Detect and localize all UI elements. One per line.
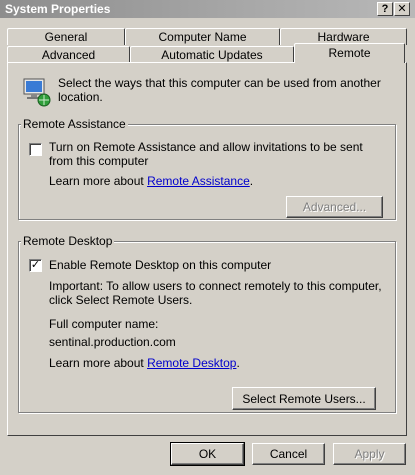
important-text: Important: To allow users to connect rem… (49, 279, 382, 307)
tab-general[interactable]: General (7, 28, 125, 45)
intro-text: Select the ways that this computer can b… (58, 76, 381, 104)
ok-button[interactable]: OK (170, 442, 245, 466)
full-computer-name-value: sentinal.production.com (49, 335, 176, 349)
title-bar: System Properties ? ✕ (0, 0, 415, 18)
learn-more-prefix: Learn more about (49, 356, 148, 370)
learn-more-prefix: Learn more about (49, 174, 148, 188)
select-remote-users-button[interactable]: Select Remote Users... (232, 387, 376, 410)
learn-more-suffix: . (236, 356, 240, 370)
tab-remote[interactable]: Remote (294, 43, 405, 63)
help-button[interactable]: ? (377, 2, 393, 16)
remote-assistance-legend: Remote Assistance (21, 117, 128, 131)
remote-assistance-group: Remote Assistance Turn on Remote Assista… (18, 117, 396, 220)
remote-assistance-checkbox-label[interactable]: Turn on Remote Assistance and allow invi… (49, 140, 379, 168)
remote-assistance-link[interactable]: Remote Assistance (147, 174, 250, 188)
apply-button[interactable]: Apply (333, 443, 406, 465)
remote-tab-panel: Select the ways that this computer can b… (7, 62, 407, 436)
remote-desktop-link[interactable]: Remote Desktop (147, 356, 236, 370)
tab-advanced[interactable]: Advanced (7, 46, 130, 63)
remote-computer-icon (22, 77, 52, 107)
tab-computer-name[interactable]: Computer Name (125, 28, 280, 45)
advanced-button[interactable]: Advanced... (286, 196, 383, 218)
remote-desktop-group: Remote Desktop ✓ Enable Remote Desktop o… (18, 234, 396, 413)
close-button[interactable]: ✕ (394, 2, 410, 16)
cancel-button[interactable]: Cancel (252, 443, 325, 465)
remote-assistance-learn-more: Learn more about Remote Assistance. (49, 174, 253, 188)
learn-more-suffix: . (249, 174, 254, 188)
window-title: System Properties (5, 2, 111, 16)
remote-assistance-checkbox[interactable] (29, 143, 42, 156)
remote-desktop-checkbox[interactable]: ✓ (29, 259, 42, 272)
remote-desktop-legend: Remote Desktop (21, 234, 115, 248)
remote-desktop-learn-more: Learn more about Remote Desktop. (49, 356, 240, 370)
remote-desktop-checkbox-label[interactable]: Enable Remote Desktop on this computer (49, 258, 271, 272)
full-computer-name-label: Full computer name: (49, 317, 159, 331)
tab-automatic-updates[interactable]: Automatic Updates (130, 46, 294, 63)
